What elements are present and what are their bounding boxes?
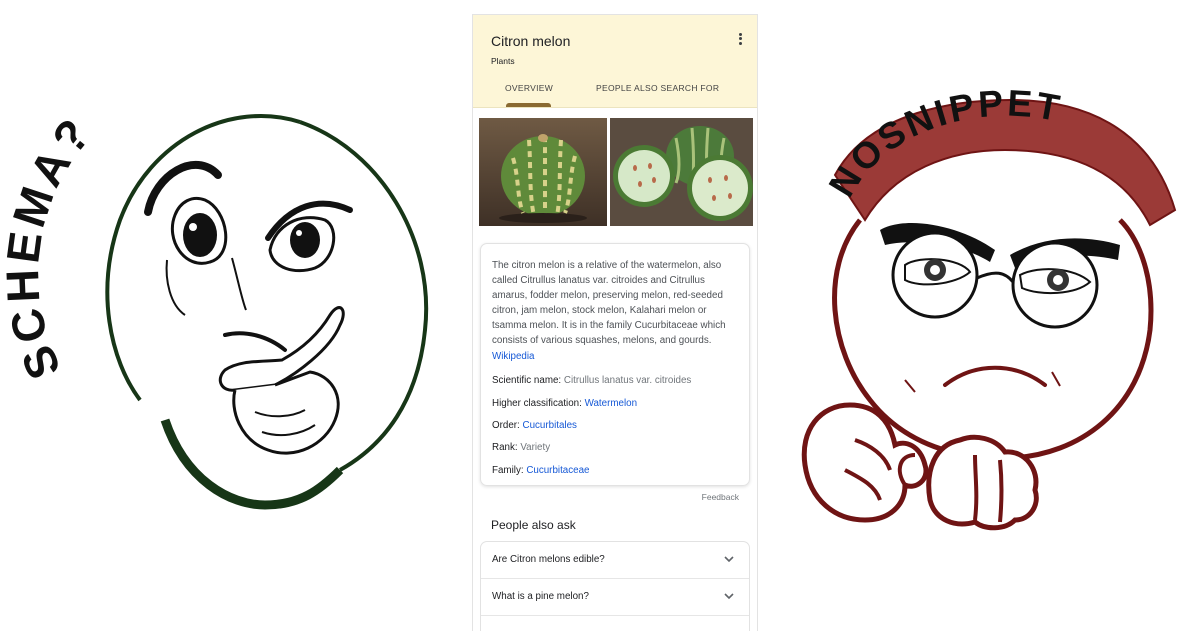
image-strip: [479, 118, 753, 226]
tab-people-also-search-for[interactable]: PEOPLE ALSO SEARCH FOR: [596, 83, 719, 93]
fact-link[interactable]: Cucurbitaceae: [526, 465, 589, 476]
chevron-down-icon: [724, 556, 734, 563]
paa-question-text: Are Citron melons edible?: [492, 554, 605, 565]
fact-label: Family:: [492, 465, 524, 476]
paa-question[interactable]: Are Citron melons edible?: [481, 542, 749, 579]
paa-question[interactable]: What is a pine melon?: [481, 579, 749, 616]
fact-order: Order: Cucurbitales: [492, 420, 577, 431]
schema-question-label: SCHEMA?: [0, 106, 102, 387]
fact-link[interactable]: Cucurbitales: [523, 420, 577, 431]
fact-label: Rank:: [492, 442, 518, 453]
fact-higher-classification: Higher classification: Watermelon: [492, 398, 637, 409]
fact-link[interactable]: Watermelon: [585, 398, 637, 409]
panel-tabs: OVERVIEW PEOPLE ALSO SEARCH FOR: [473, 77, 757, 107]
people-also-ask-title: People also ask: [491, 518, 576, 532]
grumpy-face-illustration: NOSNIPPET: [801, 82, 1177, 531]
entity-description: The citron melon is a relative of the wa…: [492, 258, 740, 364]
more-options-icon[interactable]: [735, 31, 745, 47]
fact-family: Family: Cucurbitaceae: [492, 465, 590, 476]
fact-value: Citrullus lanatus var. citroides: [563, 375, 692, 386]
thinking-face-illustration: SCHEMA?: [0, 106, 429, 510]
entity-title: Citron melon: [491, 33, 571, 49]
selected-tab-indicator: [506, 103, 551, 107]
people-also-ask-list: Are Citron melons edible? What is a pine…: [480, 541, 750, 631]
fact-label: Higher classification:: [492, 398, 582, 409]
chevron-down-icon: [724, 593, 734, 600]
description-text: The citron melon is a relative of the wa…: [492, 260, 726, 347]
description-card: The citron melon is a relative of the wa…: [480, 243, 750, 486]
knowledge-panel-header: Citron melon Plants OVERVIEW PEOPLE ALSO…: [473, 15, 757, 108]
knowledge-panel: Citron melon Plants OVERVIEW PEOPLE ALSO…: [472, 14, 758, 631]
feedback-link[interactable]: Feedback: [702, 492, 739, 502]
fact-scientific-name: Scientific name: Citrullus lanatus var. …: [492, 375, 691, 386]
citron-melon-cut-image[interactable]: [610, 118, 753, 226]
paa-question-text: What is a pine melon?: [492, 591, 589, 602]
fact-label: Scientific name:: [492, 375, 562, 386]
fact-rank: Rank: Variety: [492, 442, 550, 453]
fact-label: Order:: [492, 420, 520, 431]
entity-subtitle: Plants: [491, 56, 515, 66]
wikipedia-link[interactable]: Wikipedia: [492, 351, 534, 362]
tab-overview[interactable]: OVERVIEW: [505, 83, 553, 93]
fact-value: Variety: [520, 442, 551, 453]
citron-melon-whole-image[interactable]: [479, 118, 607, 226]
